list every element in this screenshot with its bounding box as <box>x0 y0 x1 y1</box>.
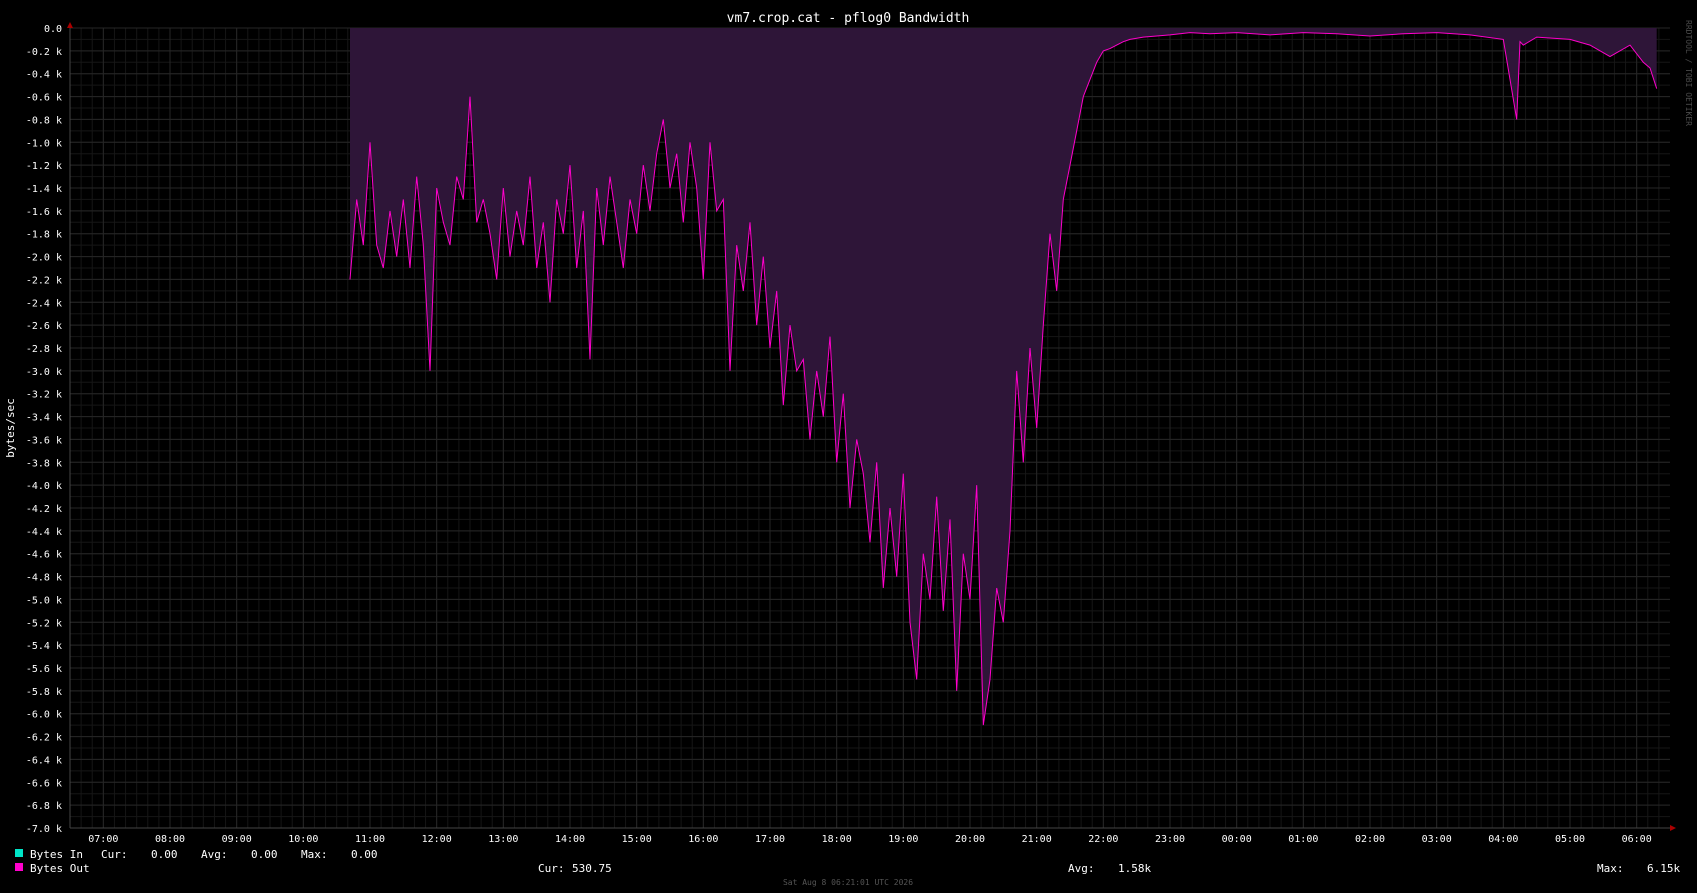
y-tick-label: -5.6 k <box>26 664 62 675</box>
y-tick-label: -3.6 k <box>26 435 62 446</box>
y-tick-label: -6.0 k <box>26 710 62 721</box>
y-tick-label: -0.4 k <box>26 70 62 81</box>
rrdtool-watermark: RRDTOOL / TOBI OETIKER <box>1684 20 1693 126</box>
legend-avg-bytes-out: 1.58k <box>1118 862 1151 875</box>
y-tick-label: -6.8 k <box>26 801 62 812</box>
y-tick-label: -5.8 k <box>26 687 62 698</box>
y-tick-label: -2.0 k <box>26 253 62 264</box>
y-tick-label: -6.2 k <box>26 733 62 744</box>
y-tick-label: -6.6 k <box>26 778 62 789</box>
x-tick-label: 11:00 <box>355 834 385 845</box>
x-tick-label: 01:00 <box>1288 834 1318 845</box>
y-tick-label: -0.6 k <box>26 93 62 104</box>
x-tick-label: 02:00 <box>1355 834 1385 845</box>
legend-swatch-bytes-in <box>15 849 23 857</box>
y-tick-label: -0.8 k <box>26 115 62 126</box>
y-tick-label: -1.4 k <box>26 184 62 195</box>
y-tick-label: -4.6 k <box>26 550 62 561</box>
legend-cur-label-bytes-in: Cur: <box>101 848 128 861</box>
y-tick-label: -6.4 k <box>26 755 62 766</box>
y-tick-label: -4.0 k <box>26 481 62 492</box>
y-tick-label: -2.6 k <box>26 321 62 332</box>
legend-max-label-bytes-out: Max: <box>1597 862 1624 875</box>
y-tick-label: -2.2 k <box>26 275 62 286</box>
x-tick-label: 06:00 <box>1622 834 1652 845</box>
x-tick-label: 12:00 <box>422 834 452 845</box>
y-tick-label: -7.0 k <box>26 824 62 835</box>
y-tick-label: -0.2 k <box>26 47 62 58</box>
footer-timestamp: Sat Aug 8 06:21:01 UTC 2026 <box>783 878 913 887</box>
x-tick-label: 03:00 <box>1422 834 1452 845</box>
x-tick-label: 19:00 <box>888 834 918 845</box>
y-axis-label: bytes/sec <box>4 398 17 458</box>
legend-avg-label-bytes-in: Avg: <box>201 848 228 861</box>
x-tick-label: 18:00 <box>822 834 852 845</box>
legend-max-label-bytes-in: Max: <box>301 848 328 861</box>
legend-cur-bytes-out: 530.75 <box>572 862 612 875</box>
x-tick-label: 00:00 <box>1222 834 1252 845</box>
legend-avg-bytes-in: 0.00 <box>251 848 278 861</box>
x-tick-label: 23:00 <box>1155 834 1185 845</box>
x-tick-label: 07:00 <box>88 834 118 845</box>
x-tick-label: 05:00 <box>1555 834 1585 845</box>
y-tick-label: -4.2 k <box>26 504 62 515</box>
bandwidth-chart: vm7.crop.cat - pflog0 Bandwidth bytes/se… <box>0 0 1697 893</box>
y-tick-label: -3.0 k <box>26 367 62 378</box>
x-tick-label: 16:00 <box>688 834 718 845</box>
x-tick-label: 13:00 <box>488 834 518 845</box>
y-tick-label: -1.6 k <box>26 207 62 218</box>
y-tick-label: -2.8 k <box>26 344 62 355</box>
legend-avg-label-bytes-out: Avg: <box>1068 862 1095 875</box>
y-tick-label: -5.0 k <box>26 595 62 606</box>
x-tick-label: 04:00 <box>1488 834 1518 845</box>
x-tick-label: 22:00 <box>1088 834 1118 845</box>
y-tick-label: -3.8 k <box>26 458 62 469</box>
legend-name-bytes-out: Bytes Out <box>30 862 90 875</box>
y-tick-label: -4.8 k <box>26 573 62 584</box>
legend-name-bytes-in: Bytes In <box>30 848 83 861</box>
legend-cur-bytes-in: 0.00 <box>151 848 178 861</box>
x-tick-label: 14:00 <box>555 834 585 845</box>
y-tick-label: -2.4 k <box>26 298 62 309</box>
y-tick-label: -3.2 k <box>26 390 62 401</box>
y-tick-label: -3.4 k <box>26 413 62 424</box>
legend-max-bytes-in: 0.00 <box>351 848 378 861</box>
legend-cur-label-bytes-out: Cur: <box>538 862 565 875</box>
x-tick-label: 17:00 <box>755 834 785 845</box>
y-tick-label: -5.2 k <box>26 618 62 629</box>
x-tick-label: 09:00 <box>222 834 252 845</box>
x-tick-label: 20:00 <box>955 834 985 845</box>
y-tick-label: 0.0 <box>44 24 62 35</box>
legend-swatch-bytes-out <box>15 863 23 871</box>
y-tick-label: -1.8 k <box>26 230 62 241</box>
y-tick-label: -1.2 k <box>26 161 62 172</box>
y-tick-label: -5.4 k <box>26 641 62 652</box>
x-tick-label: 21:00 <box>1022 834 1052 845</box>
legend-max-bytes-out: 6.15k <box>1647 862 1680 875</box>
y-tick-label: -4.4 k <box>26 527 62 538</box>
chart-title: vm7.crop.cat - pflog0 Bandwidth <box>727 11 970 26</box>
x-tick-label: 10:00 <box>288 834 318 845</box>
y-tick-label: -1.0 k <box>26 138 62 149</box>
x-tick-label: 08:00 <box>155 834 185 845</box>
x-tick-label: 15:00 <box>622 834 652 845</box>
